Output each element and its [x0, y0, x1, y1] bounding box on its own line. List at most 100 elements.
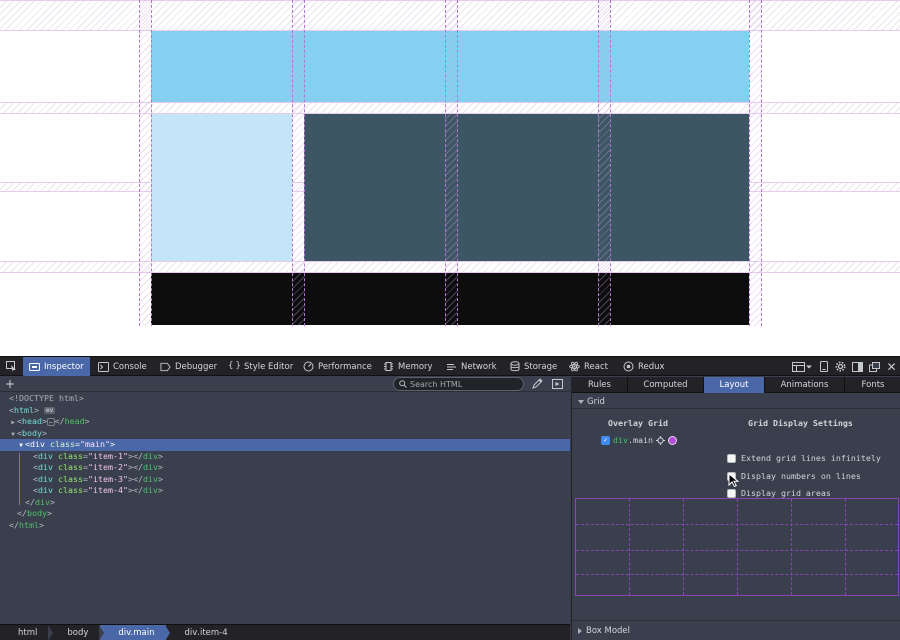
tag-name: html: [19, 519, 39, 530]
markup-panel: + <!DOCTYPE html> <html> ev: [0, 377, 570, 640]
add-node-button[interactable]: +: [5, 377, 15, 391]
breadcrumb-div-item-4[interactable]: div .item-4: [166, 625, 239, 640]
tab-animations[interactable]: Animations: [765, 377, 845, 393]
tab-label: Redux: [638, 361, 665, 372]
breadcrumb-separator: [165, 624, 171, 640]
tree-node-html-close[interactable]: </html>: [0, 520, 570, 532]
tag-name: head: [22, 416, 42, 426]
doctype-text: <!DOCTYPE html>: [9, 393, 84, 403]
tree-node-item-3[interactable]: <div class="item-3"></div>: [0, 474, 570, 486]
grid-overlay-gap-column: [139, 0, 151, 326]
tab-react[interactable]: React: [563, 357, 614, 376]
tag-name: div: [142, 462, 158, 472]
grid-outline-line: [576, 574, 898, 575]
tree-node-item-2[interactable]: <div class="item-2"></div>: [0, 462, 570, 474]
attr-value: "item-2": [87, 462, 128, 472]
breadcrumb-class: .item-4: [197, 627, 228, 638]
breadcrumb-separator: [48, 624, 54, 640]
target-icon[interactable]: [655, 435, 665, 445]
tab-label: Computed: [643, 380, 688, 390]
breadcrumb-html[interactable]: html: [0, 624, 54, 640]
tab-computed[interactable]: Computed: [628, 377, 704, 393]
box-model-section-header[interactable]: Box Model: [572, 620, 900, 640]
grid-overlay-line: [151, 0, 152, 326]
devtools-panel: Inspector Console Debugger { } Style Edi…: [0, 356, 900, 640]
separate-window-icon[interactable]: [866, 357, 883, 376]
grid-element-tag: div: [613, 435, 628, 445]
tab-memory[interactable]: Memory: [377, 357, 439, 376]
tab-label: Animations: [780, 380, 829, 390]
extend-lines-checkbox[interactable]: [727, 453, 736, 463]
tree-node-body-close[interactable]: </body>: [0, 508, 570, 520]
inspector-icon: [29, 361, 40, 372]
grid-outline-line: [629, 499, 630, 595]
attr-value: "item-4": [87, 485, 128, 495]
tab-debugger[interactable]: Debugger: [154, 357, 223, 376]
screenshot-node-icon[interactable]: [552, 378, 563, 389]
breadcrumb-body[interactable]: body: [49, 624, 105, 640]
setting-display-areas[interactable]: Display grid areas: [727, 488, 831, 498]
grid-color-swatch[interactable]: [667, 435, 677, 445]
grid-display-settings-heading: Grid Display Settings: [748, 418, 853, 428]
grid-overlay-line: [445, 0, 446, 326]
overlay-checkbox[interactable]: ✓: [601, 435, 610, 445]
setting-display-numbers[interactable]: Display numbers on lines: [727, 471, 861, 481]
tag-name: html: [14, 404, 34, 415]
breadcrumb-separator: [99, 624, 105, 640]
tree-node-body[interactable]: ▼ <body>: [0, 428, 570, 440]
tab-style-editor[interactable]: { } Style Editor: [223, 357, 299, 376]
collapsed-ellipsis-icon[interactable]: …: [46, 417, 55, 426]
tree-node-div-main[interactable]: ▼ <div class="main">: [0, 439, 570, 451]
event-badge[interactable]: ev: [43, 406, 56, 414]
setting-extend-lines[interactable]: Extend grid lines infinitely: [727, 453, 881, 463]
tab-storage[interactable]: Storage: [503, 357, 563, 376]
tab-redux[interactable]: Redux: [617, 357, 671, 376]
tab-network[interactable]: Network: [440, 357, 503, 376]
performance-icon: [303, 361, 314, 372]
settings-icon[interactable]: [832, 357, 849, 376]
attr-name: class: [58, 485, 83, 495]
attr-name: class: [58, 462, 83, 472]
tab-console[interactable]: Console: [92, 357, 153, 376]
grid-section-header[interactable]: Grid: [572, 395, 900, 409]
markup-tree: <!DOCTYPE html> <html> ev ▶ <head>… </head…: [0, 393, 570, 531]
attr-value: "item-3": [87, 473, 128, 484]
breadcrumb-label: body: [67, 627, 89, 638]
breadcrumb-label: div.main: [118, 627, 155, 638]
tree-node-html[interactable]: <html> ev: [0, 405, 570, 417]
tree-node-doctype[interactable]: <!DOCTYPE html>: [0, 393, 570, 405]
tree-node-item-4[interactable]: <div class="item-4"></div>: [0, 485, 570, 497]
tab-fonts[interactable]: Fonts: [845, 377, 900, 393]
frame-picker-icon[interactable]: [789, 357, 815, 376]
tab-layout[interactable]: Layout: [704, 377, 765, 393]
breadcrumb-label: html: [18, 627, 38, 638]
breadcrumb-div-main[interactable]: div.main: [100, 624, 171, 640]
responsive-icon[interactable]: [815, 357, 832, 376]
tab-performance[interactable]: Performance: [297, 357, 378, 376]
debugger-icon: [160, 361, 171, 372]
sidebar-tabs: Rules Computed Layout Animations Fonts: [572, 377, 900, 393]
display-areas-checkbox[interactable]: [727, 488, 736, 498]
tab-inspector[interactable]: Inspector: [23, 357, 90, 376]
setting-label: Extend grid lines infinitely: [741, 453, 881, 463]
tree-node-item-1[interactable]: <div class="item-1"></div>: [0, 451, 570, 463]
element-picker-button[interactable]: [0, 357, 22, 376]
memory-icon: [383, 361, 394, 372]
dock-side-icon[interactable]: [849, 357, 866, 376]
grid-overlay-gap-column: [292, 0, 304, 326]
grid-outline-preview[interactable]: [575, 498, 899, 596]
search-html-input[interactable]: [410, 379, 520, 389]
tab-label: Memory: [398, 361, 433, 372]
eyedropper-icon[interactable]: [532, 378, 543, 389]
close-icon[interactable]: ✕: [883, 357, 900, 376]
grid-overlay-line: [761, 0, 762, 326]
grid-outline-line: [576, 550, 898, 551]
tree-node-div-close[interactable]: </div>: [0, 497, 570, 509]
tab-label: Style Editor: [244, 361, 294, 372]
search-html-box[interactable]: [393, 377, 524, 391]
tab-rules[interactable]: Rules: [572, 377, 628, 393]
tree-node-head[interactable]: ▶ <head>… </head>: [0, 416, 570, 428]
react-icon: [569, 361, 580, 372]
tag-name: head: [64, 416, 85, 426]
network-icon: [446, 361, 457, 372]
